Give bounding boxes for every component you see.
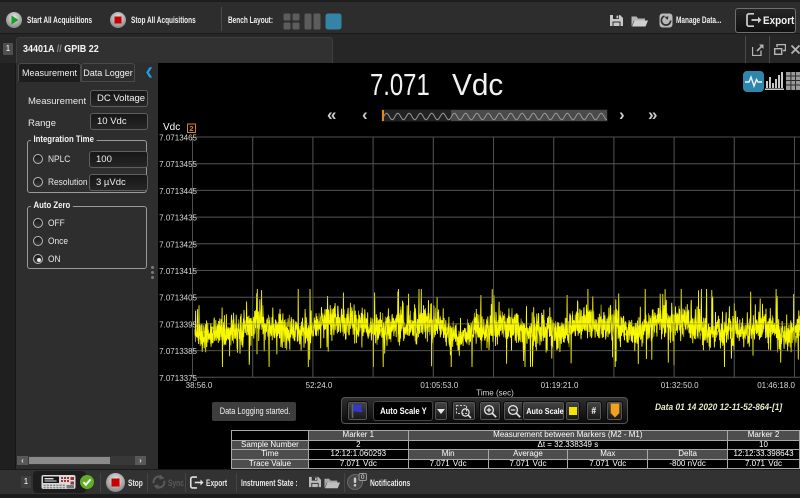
svg-text:38:56.0: 38:56.0 xyxy=(186,381,213,390)
svg-text:01:46:18.0: 01:46:18.0 xyxy=(757,381,795,390)
svg-text:7.0713405: 7.0713405 xyxy=(159,294,197,303)
svg-text:01:05:53.0: 01:05:53.0 xyxy=(420,381,458,390)
svg-text:7.0713415: 7.0713415 xyxy=(159,267,197,276)
svg-text:2: 2 xyxy=(189,124,193,133)
svg-text:52:24.0: 52:24.0 xyxy=(306,381,333,390)
svg-text:01:19:21.0: 01:19:21.0 xyxy=(541,381,579,390)
svg-text:7.0713385: 7.0713385 xyxy=(159,347,197,356)
svg-text:7.0713395: 7.0713395 xyxy=(159,320,197,329)
svg-text:01:32:50.0: 01:32:50.0 xyxy=(661,381,699,390)
svg-text:7.0713425: 7.0713425 xyxy=(159,240,197,249)
svg-text:Vdc: Vdc xyxy=(163,122,180,133)
svg-text:0: 0 xyxy=(361,474,365,481)
svg-text:7.0713465: 7.0713465 xyxy=(159,134,197,143)
svg-text:7.0713445: 7.0713445 xyxy=(159,187,197,196)
svg-text:7.0713455: 7.0713455 xyxy=(159,160,197,169)
svg-text:7.0713435: 7.0713435 xyxy=(159,214,197,223)
